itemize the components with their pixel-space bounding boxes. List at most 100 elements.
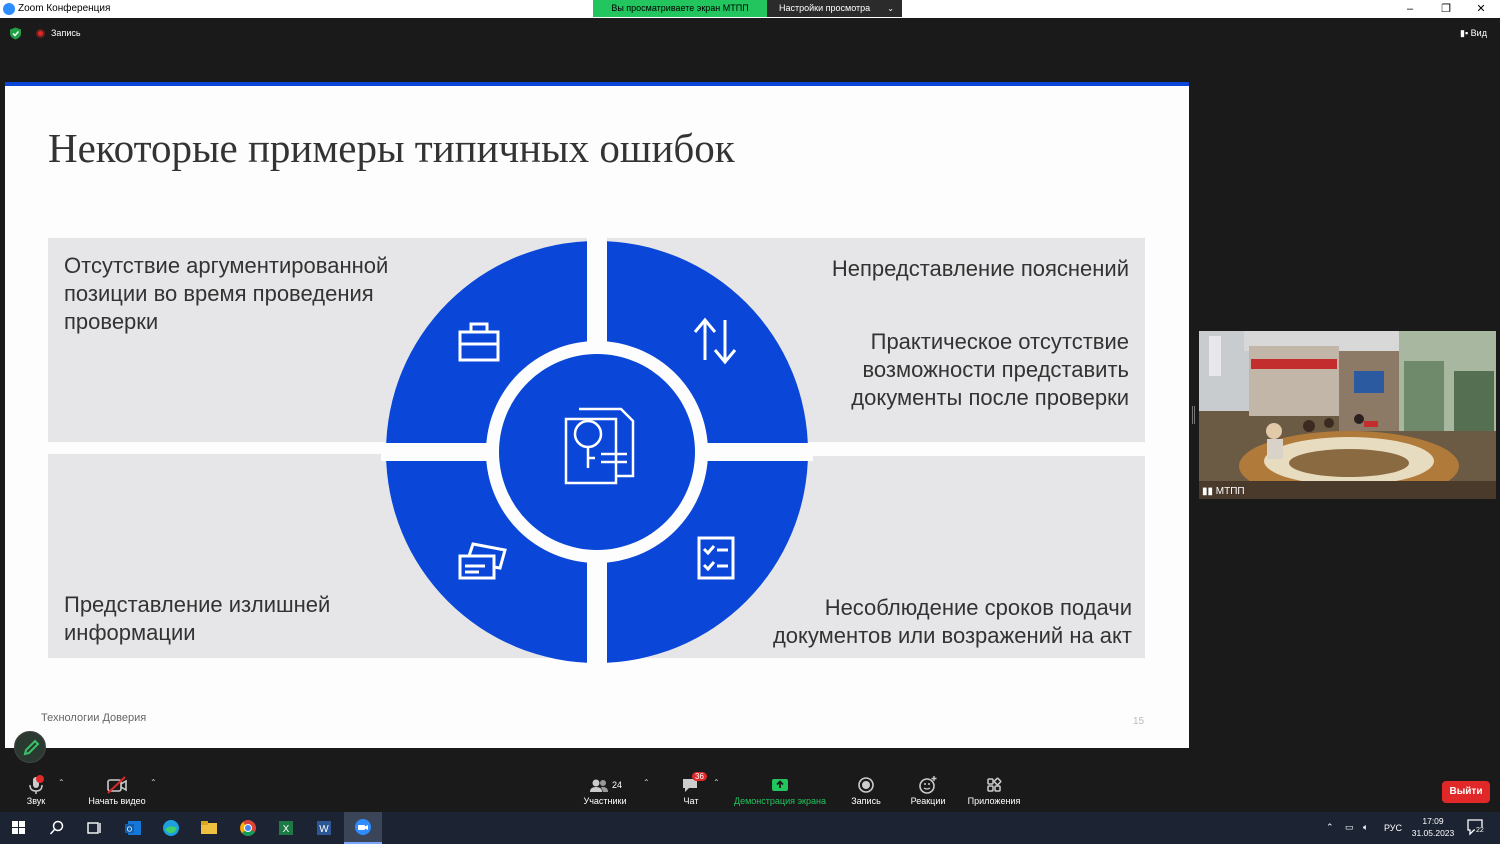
taskbar-explorer[interactable] [190,812,228,844]
text-line: позиции во время проведения [64,281,374,306]
microphone-icon [29,775,44,794]
outlook-icon: O [125,821,141,835]
volume-icon[interactable]: 🔈︎ [1363,822,1368,833]
chat-badge: 36 [692,772,707,781]
center-circle [499,354,695,550]
taskbar-edge[interactable] [152,812,190,844]
leave-button[interactable]: Выйти [1442,781,1490,803]
reactions-label: Реакции [910,796,946,806]
item-bottom-left: Представление излишней информации [64,591,330,647]
word-icon: W [317,821,331,835]
chevron-down-icon: ⌄ [887,4,894,13]
view-button[interactable]: ▮▪ Вид [1460,28,1487,39]
text-line: проверки [64,309,159,334]
video-feed-image [1199,331,1496,499]
edge-icon [163,820,179,836]
apps-icon [987,777,1002,792]
restore-button[interactable]: ❐ [1428,0,1464,18]
apps-button[interactable]: Приложения [962,774,1026,806]
splitter-handle[interactable] [1192,406,1195,424]
view-icon: ▮▪ [1460,28,1469,38]
smiley-icon [919,776,937,794]
chat-options-caret[interactable]: ⌃ [713,778,720,787]
reactions-button[interactable]: Реакции [906,774,950,806]
start-button[interactable] [0,812,38,844]
view-label: Вид [1470,28,1487,38]
text-line: Представление излишней [64,592,331,617]
notifications-count: 22 [1475,827,1485,834]
record-button[interactable]: Запись [846,774,886,806]
annotate-button[interactable] [14,731,46,763]
task-view-button[interactable] [75,812,113,844]
participant-name-text: МТПП [1215,486,1245,497]
tray-overflow-icon[interactable]: ⌃ [1326,822,1334,833]
search-icon [49,820,64,835]
recording-label: Запись [51,28,81,38]
taskbar-excel[interactable]: X [267,812,305,844]
audio-button[interactable]: Звук [18,774,54,806]
svg-text:O: O [127,827,133,834]
minimize-button[interactable]: – [1392,0,1428,18]
view-settings-label: Настройки просмотра [779,3,871,13]
security-shield-icon[interactable] [9,27,22,40]
share-screen-label: Демонстрация экрана [734,796,826,806]
apps-label: Приложения [967,796,1021,806]
slide-footer: Технологии Доверия [41,712,147,724]
folder-icon [201,821,217,834]
input-language[interactable]: РУС [1384,823,1402,833]
window-title: Zoom Конференция [18,3,111,14]
zoom-logo-icon [3,3,15,15]
text-line: информации [64,620,196,645]
participants-count: 24 [611,780,622,790]
chat-label: Чат [683,796,699,806]
network-icon[interactable]: ▭ [1345,822,1354,833]
participants-icon [589,779,608,792]
notifications-button[interactable]: 22 [1466,818,1490,838]
clock-time: 17:09 [1422,816,1444,826]
view-settings-button[interactable]: Настройки просмотра ⌄ [767,0,902,17]
video-button[interactable]: Начать видео [82,774,152,806]
search-button[interactable] [38,812,76,844]
svg-text:W: W [319,824,329,835]
participant-name: ▮▮ МТПП [1202,486,1245,497]
participants-options-caret[interactable]: ⌃ [643,778,650,787]
camera-off-icon [107,776,127,794]
clock[interactable]: 17:09 31.05.2023 [1410,815,1456,839]
text-line: Практическое отсутствие [870,329,1129,354]
svg-text:X: X [283,824,290,835]
text-line: документов или возражений на акт [772,623,1132,648]
item-top-left: Отсутствие аргументированной позиции во … [64,252,388,336]
excel-icon: X [279,821,293,835]
audio-label: Звук [26,796,46,806]
taskbar-zoom[interactable] [344,812,382,844]
item-bottom-right: Несоблюдение сроков подачи документов ил… [773,594,1132,650]
share-screen-icon [772,779,788,791]
slide-title: Некоторые примеры типичных ошибок [48,125,735,171]
taskbar-outlook[interactable]: O [114,812,152,844]
pencil-icon [23,739,40,756]
record-label: Запись [851,796,881,806]
text-line: Отсутствие аргументированной [64,253,389,278]
share-screen-button[interactable]: Демонстрация экрана [730,774,830,806]
ring-diagram [381,236,813,668]
shared-slide: Некоторые примеры типичных ошибок Отсутс… [5,82,1189,748]
text-line: Несоблюдение сроков подачи [824,595,1132,620]
share-banner: Вы просматриваете экран МТПП [593,0,767,17]
participants-button[interactable]: 24 Участники [578,774,632,806]
slide-page-number: 15 [1133,716,1145,727]
taskbar-chrome[interactable] [229,812,267,844]
audio-options-caret[interactable]: ⌃ [58,778,65,787]
taskbar-word[interactable]: W [305,812,343,844]
chrome-icon [240,820,256,836]
clock-date: 31.05.2023 [1411,828,1455,838]
item-top-right-2: Практическое отсутствие возможности пред… [851,328,1129,412]
zoom-icon [355,819,371,835]
video-options-caret[interactable]: ⌃ [150,778,157,787]
windows-icon [12,821,25,834]
close-button[interactable]: ✕ [1463,0,1499,18]
signal-icon: ▮▮ [1202,486,1214,497]
chat-button[interactable]: 36 Чат [676,772,707,806]
item-top-right-1: Непредставление пояснений [831,256,1129,281]
text-line: документы после проверки [851,385,1129,410]
participant-video[interactable] [1199,331,1496,499]
